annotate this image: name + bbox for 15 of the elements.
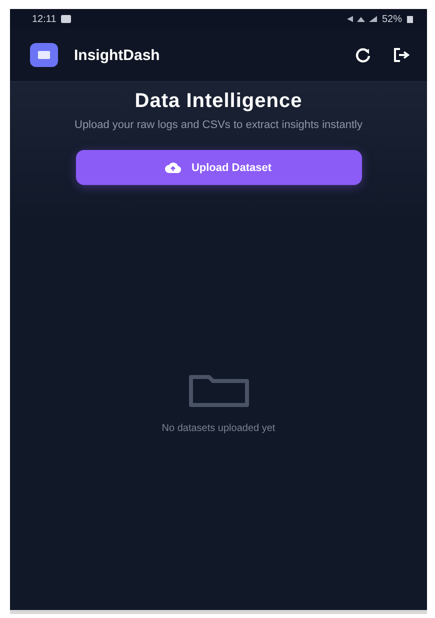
cloud-upload-icon — [165, 162, 182, 173]
status-time: 12:11 — [32, 14, 56, 24]
app-name: InsightDash — [74, 46, 160, 64]
empty-message: No datasets uploaded yet — [162, 423, 276, 434]
notification-icon — [61, 15, 72, 23]
page-subtitle: Upload your raw logs and CSVs to extract insights instantly — [74, 119, 362, 132]
folder-icon — [186, 373, 250, 409]
battery-icon — [407, 15, 413, 23]
upload-dataset-button[interactable]: Upload Dataset — [76, 150, 362, 185]
page-title: Data Intelligence — [134, 90, 302, 113]
logout-icon[interactable] — [393, 47, 411, 63]
app-logo-icon — [30, 43, 58, 67]
refresh-icon[interactable] — [355, 47, 371, 63]
battery-level: 52% — [382, 14, 402, 24]
signal-icon — [346, 15, 377, 23]
